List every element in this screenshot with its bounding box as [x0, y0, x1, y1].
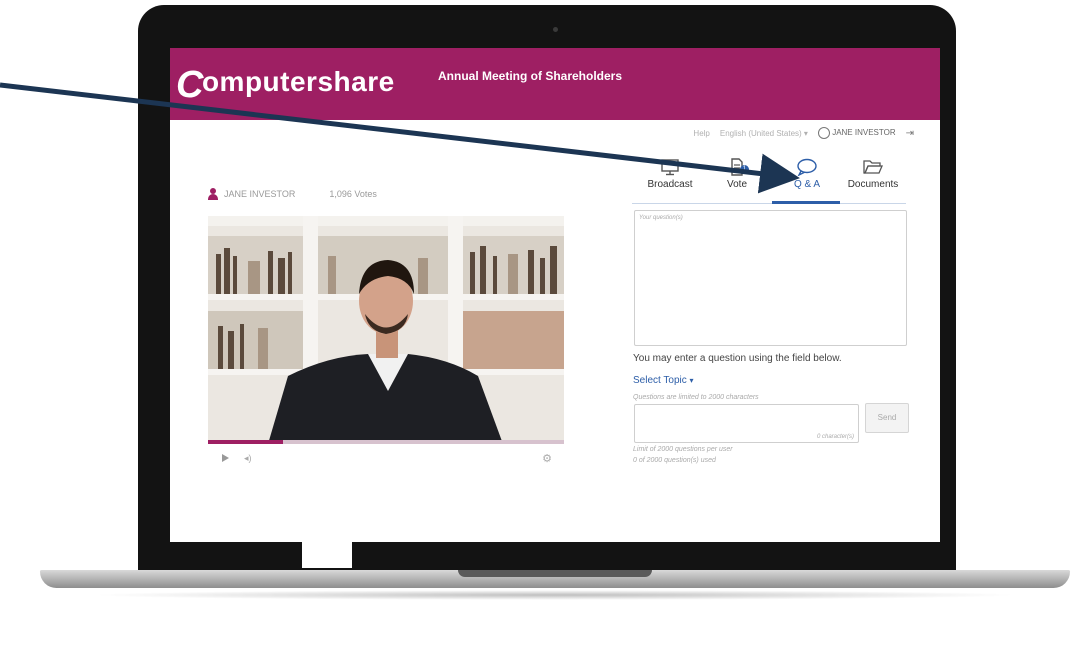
question-input[interactable]: 0 character(s): [634, 404, 859, 443]
video-frame-presenter: [208, 216, 564, 444]
help-link[interactable]: Help: [693, 129, 709, 138]
camera-icon: [553, 27, 558, 32]
voter-name: JANE INVESTOR: [224, 189, 296, 199]
questions-per-user-limit: Limit of 2000 questions per user: [633, 446, 733, 453]
utility-bar: Help English (United States) ▾ JANE INVE…: [693, 127, 914, 139]
select-topic-dropdown[interactable]: Select Topic ▾: [633, 375, 694, 386]
send-button[interactable]: Send: [865, 403, 909, 433]
video-player[interactable]: [208, 216, 564, 444]
questions-placeholder: Your question(s): [639, 215, 683, 221]
user-circle-icon: [817, 127, 830, 139]
active-tab-indicator: [772, 201, 840, 204]
questions-display[interactable]: Your question(s): [634, 210, 907, 346]
tab-broadcast-label: Broadcast: [647, 179, 693, 190]
logo-mark: C: [176, 64, 204, 106]
settings-gear-icon[interactable]: ⚙: [542, 452, 552, 465]
logout-icon[interactable]: ⇥: [906, 128, 914, 139]
vote-count-badge: 1: [740, 165, 749, 174]
voter-info: JANE INVESTOR 1,096 Votes: [208, 188, 377, 200]
folder-icon: [863, 160, 883, 174]
tab-documents[interactable]: Documents: [838, 158, 908, 190]
caret-down-icon: ▾: [689, 376, 694, 385]
language-label: English (United States): [719, 128, 802, 138]
tab-qa[interactable]: Q & A: [772, 158, 842, 190]
character-counter: 0 character(s): [816, 434, 854, 440]
user-menu[interactable]: JANE INVESTOR: [817, 127, 896, 139]
tab-qa-label: Q & A: [793, 179, 821, 190]
play-icon[interactable]: [222, 454, 229, 462]
monitor-icon: [661, 159, 679, 176]
bezel-label: [302, 542, 352, 568]
logo-text: omputershare: [201, 66, 395, 97]
language-dropdown[interactable]: English (United States) ▾: [720, 129, 808, 138]
laptop-screen: Computershare Annual Meeting of Sharehol…: [170, 48, 940, 542]
vote-count: 1,096 Votes: [329, 189, 377, 199]
character-limit-note: Questions are limited to 2000 characters: [633, 394, 759, 401]
user-icon: [208, 188, 218, 200]
tab-vote-label: Vote: [726, 179, 748, 190]
tab-vote[interactable]: 1 Vote: [702, 158, 772, 190]
speech-bubble-icon: [797, 158, 817, 176]
video-progress-fill: [208, 440, 283, 444]
laptop-shadow: [90, 590, 1020, 600]
tab-broadcast[interactable]: Broadcast: [635, 158, 705, 190]
select-topic-label: Select Topic: [633, 375, 687, 386]
tabs-divider: [632, 203, 906, 204]
questions-used-count: 0 of 2000 question(s) used: [633, 457, 716, 464]
meeting-title: Annual Meeting of Shareholders: [438, 69, 623, 83]
volume-icon[interactable]: ◂): [244, 453, 252, 464]
qa-instructions: You may enter a question using the field…: [633, 353, 842, 364]
video-controls: ◂) ⚙: [208, 452, 564, 466]
user-name-top: JANE INVESTOR: [832, 128, 896, 138]
laptop-hinge-notch: [458, 570, 652, 577]
computershare-logo: Computershare: [176, 64, 395, 106]
tab-documents-label: Documents: [847, 179, 899, 190]
